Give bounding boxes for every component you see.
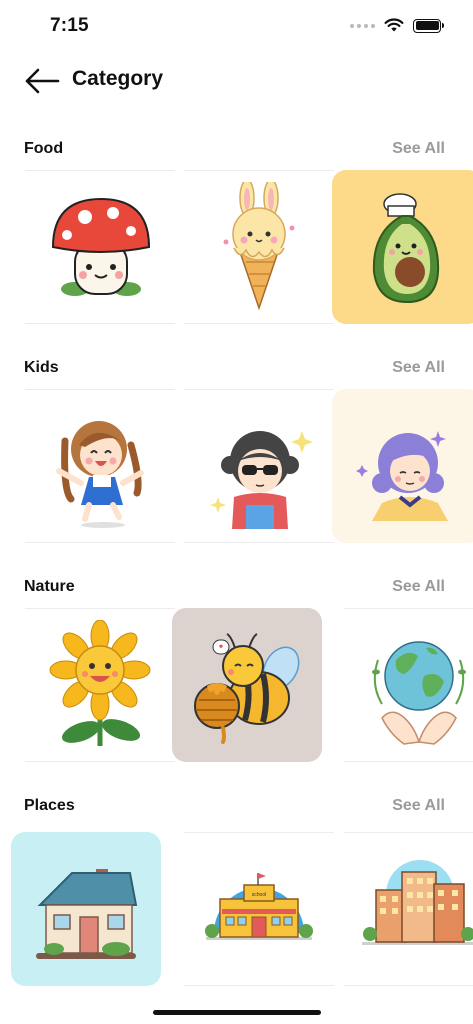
category-card-bee[interactable]	[172, 608, 322, 762]
bunny-ice-cream-illustration	[223, 182, 295, 311]
status-bar: 7:15	[0, 0, 473, 54]
section-kids: Kids See All	[0, 359, 473, 559]
page-title: Category	[72, 67, 164, 90]
category-card-sunflower[interactable]	[25, 608, 175, 762]
category-card-cottage[interactable]	[11, 832, 161, 986]
status-time: 7:15	[50, 15, 89, 36]
category-card-earth[interactable]	[344, 608, 473, 762]
header: Category	[0, 60, 473, 104]
section-nature: Nature See All	[0, 578, 473, 778]
sunflower-illustration	[49, 620, 151, 746]
section-title: Food	[24, 140, 64, 157]
earth-hands-illustration	[372, 641, 466, 745]
category-card-city[interactable]	[344, 832, 473, 986]
bee-honey-illustration	[194, 633, 300, 744]
school-sign-text: school	[252, 892, 266, 898]
status-icons	[350, 18, 444, 33]
see-all-food-button[interactable]: See All	[392, 140, 445, 158]
cottage-house-illustration	[36, 869, 138, 959]
category-card-jumping-girl[interactable]	[25, 389, 175, 543]
category-card-school[interactable]: school	[184, 832, 334, 986]
cellular-dots-icon	[350, 23, 375, 28]
purple-hair-girl-illustration	[356, 431, 448, 521]
category-card-ice-cream[interactable]	[184, 170, 334, 324]
back-arrow-icon[interactable]	[22, 66, 62, 96]
city-apartments-illustration	[362, 860, 473, 945]
category-card-kid-sunglasses[interactable]	[184, 389, 334, 543]
avocado-chef-illustration	[372, 193, 440, 304]
section-places: Places See All school	[0, 797, 473, 997]
jumping-girl-illustration	[56, 421, 144, 528]
mushroom-illustration	[51, 197, 151, 296]
home-indicator	[153, 1010, 321, 1015]
wifi-icon	[384, 18, 404, 32]
category-card-purple-girl[interactable]	[332, 389, 473, 543]
category-card-mushroom[interactable]	[25, 170, 175, 324]
see-all-kids-button[interactable]: See All	[392, 359, 445, 377]
see-all-nature-button[interactable]: See All	[392, 578, 445, 596]
kid-sunglasses-illustration	[210, 431, 313, 529]
category-card-avocado[interactable]	[332, 170, 473, 324]
battery-icon	[413, 18, 444, 33]
section-title: Places	[24, 797, 75, 814]
section-food: Food See All	[0, 140, 473, 340]
section-title: Kids	[24, 359, 59, 376]
see-all-places-button[interactable]: See All	[392, 797, 445, 815]
school-building-illustration: school	[205, 873, 313, 940]
section-title: Nature	[24, 578, 75, 595]
